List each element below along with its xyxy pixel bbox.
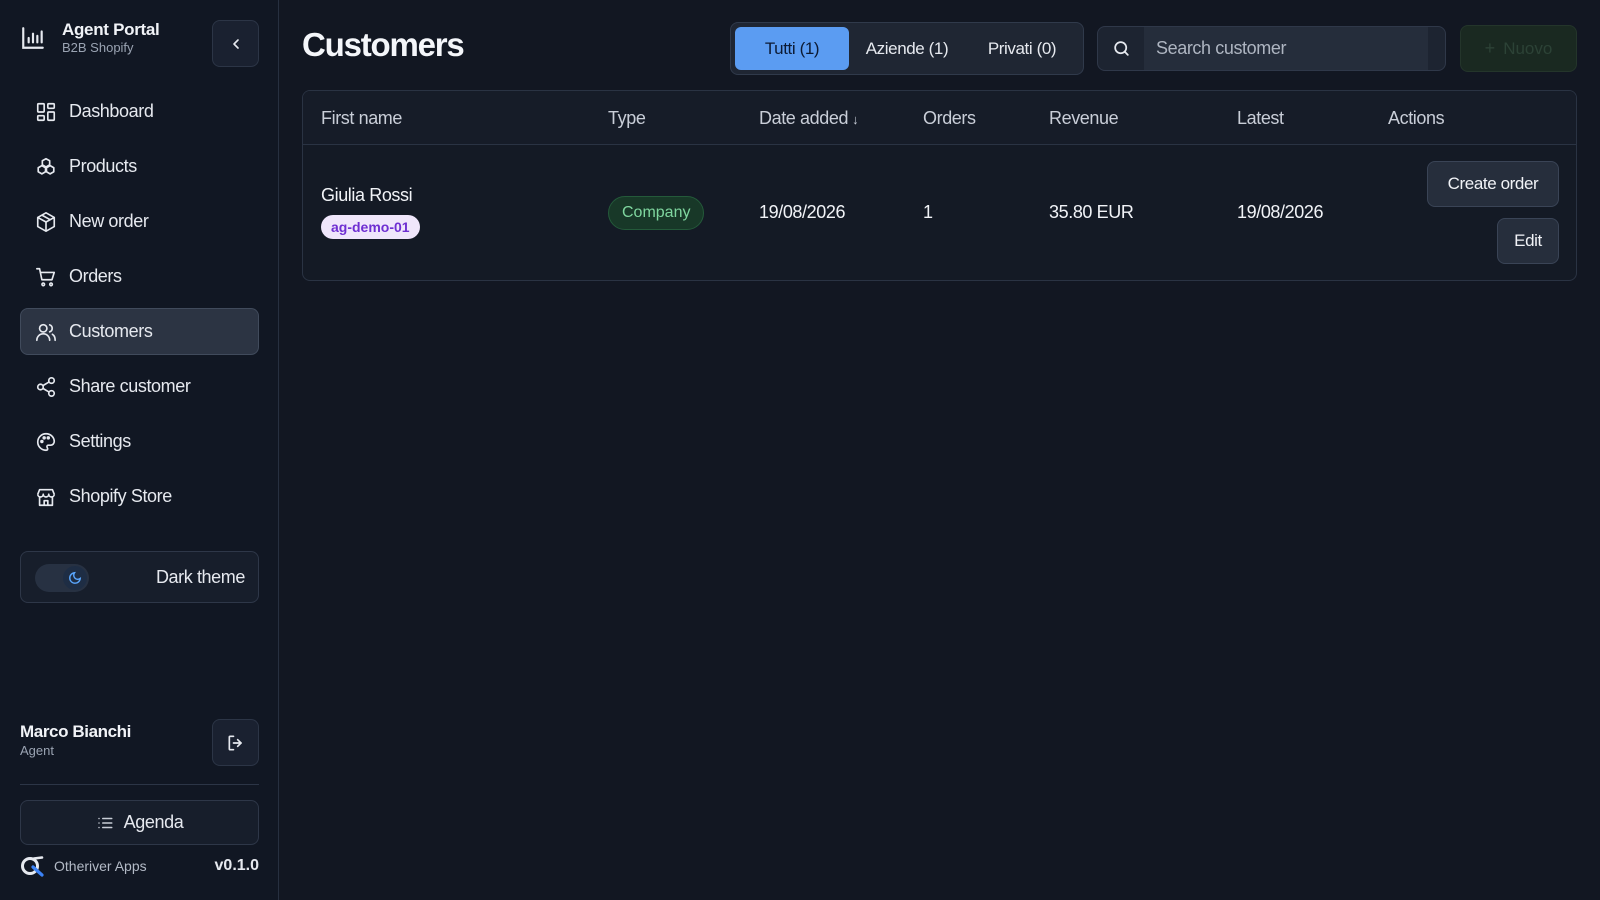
list-icon bbox=[96, 814, 114, 832]
sidebar-item-share-customer[interactable]: Share customer bbox=[20, 363, 259, 410]
moon-icon bbox=[63, 566, 87, 590]
logout-icon bbox=[226, 733, 246, 753]
logout-button[interactable] bbox=[212, 719, 259, 766]
company-logo-icon bbox=[20, 855, 46, 877]
sidebar-item-label: Share customer bbox=[69, 376, 191, 396]
sidebar-item-orders[interactable]: Orders bbox=[20, 253, 259, 300]
revenue: 35.80 EUR bbox=[1049, 202, 1134, 222]
sidebar-item-dashboard[interactable]: Dashboard bbox=[20, 88, 259, 135]
user-info: Marco Bianchi Agent bbox=[20, 722, 131, 760]
package-icon bbox=[35, 211, 57, 233]
latest-order-date: 19/08/2026 bbox=[1237, 202, 1324, 222]
column-actions: Actions bbox=[1388, 108, 1445, 128]
sidebar-nav: Dashboard Products New order Orders Cust… bbox=[20, 88, 259, 528]
sidebar-item-label: Orders bbox=[69, 266, 122, 286]
new-customer-button[interactable]: + Nuovo bbox=[1460, 25, 1577, 72]
table-row[interactable]: Giulia Rossi ag-demo-01 Company 19/08/20… bbox=[303, 145, 1576, 280]
sidebar-item-label: Products bbox=[69, 156, 137, 176]
brand-subtitle: B2B Shopify bbox=[62, 40, 134, 55]
sidebar: Agent Portal B2B Shopify Dashboard Produ… bbox=[0, 0, 279, 900]
plus-icon: + bbox=[1484, 38, 1496, 58]
order-count: 1 bbox=[923, 202, 933, 222]
store-icon bbox=[35, 486, 57, 508]
sidebar-item-shopify-store[interactable]: Shopify Store bbox=[20, 473, 259, 520]
theme-label: Dark theme bbox=[155, 567, 245, 587]
tab-companies[interactable]: Aziende (1) bbox=[849, 27, 965, 70]
search-input[interactable] bbox=[1144, 27, 1428, 70]
sidebar-item-new-order[interactable]: New order bbox=[20, 198, 259, 245]
sidebar-item-customers[interactable]: Customers bbox=[20, 308, 259, 355]
sidebar-item-label: Customers bbox=[69, 321, 153, 341]
agenda-button[interactable]: Agenda bbox=[20, 800, 259, 845]
page-title: Customers bbox=[302, 26, 465, 63]
tab-private[interactable]: Privati (0) bbox=[965, 27, 1079, 70]
brand-title: Agent Portal bbox=[62, 20, 160, 39]
company-name: Otheriver Apps bbox=[54, 858, 147, 874]
customer-name[interactable]: Giulia Rossi bbox=[321, 185, 413, 206]
sidebar-item-label: Settings bbox=[69, 431, 131, 451]
users-icon bbox=[35, 321, 57, 343]
sort-desc-icon: ↓ bbox=[852, 112, 859, 127]
search-box bbox=[1097, 26, 1446, 71]
sidebar-item-label: Dashboard bbox=[69, 101, 154, 121]
edit-button[interactable]: Edit bbox=[1497, 218, 1559, 264]
agenda-label: Agenda bbox=[123, 812, 184, 832]
theme-toggle[interactable]: Dark theme bbox=[20, 551, 259, 603]
column-date-added[interactable]: Date added ↓ bbox=[759, 108, 859, 129]
user-name: Marco Bianchi bbox=[20, 722, 131, 741]
column-orders[interactable]: Orders bbox=[923, 108, 976, 129]
table-header: First name Type Date added ↓ Orders Reven… bbox=[303, 91, 1576, 145]
type-badge: Company bbox=[608, 196, 705, 230]
column-revenue[interactable]: Revenue bbox=[1049, 108, 1119, 129]
app-version: v0.1.0 bbox=[214, 857, 259, 874]
palette-icon bbox=[35, 431, 57, 453]
products-icon bbox=[35, 156, 57, 178]
search-icon[interactable] bbox=[1098, 27, 1144, 70]
user-role: Agent bbox=[20, 743, 54, 758]
chevron-left-icon bbox=[228, 36, 244, 52]
customer-tag: ag-demo-01 bbox=[321, 215, 420, 239]
customer-filter-tabs: Tutti (1) Aziende (1) Privati (0) bbox=[730, 22, 1084, 75]
sidebar-item-label: New order bbox=[69, 211, 149, 231]
customers-table: First name Type Date added ↓ Orders Reven… bbox=[302, 90, 1577, 281]
tab-all[interactable]: Tutti (1) bbox=[735, 27, 849, 70]
date-added: 19/08/2026 bbox=[759, 202, 846, 222]
dashboard-icon bbox=[35, 101, 57, 123]
sidebar-footer: Otheriver Apps v0.1.0 bbox=[20, 855, 259, 877]
sidebar-item-label: Shopify Store bbox=[69, 486, 172, 506]
column-first-name[interactable]: First name bbox=[321, 108, 402, 129]
column-label: Date added bbox=[759, 108, 849, 128]
share-icon bbox=[35, 376, 57, 398]
column-type[interactable]: Type bbox=[608, 108, 646, 129]
column-latest[interactable]: Latest bbox=[1237, 108, 1284, 129]
bar-chart-icon bbox=[20, 25, 46, 51]
collapse-sidebar-button[interactable] bbox=[212, 20, 259, 67]
new-button-label: Nuovo bbox=[1503, 38, 1553, 58]
sidebar-item-products[interactable]: Products bbox=[20, 143, 259, 190]
sidebar-divider bbox=[20, 784, 259, 785]
cart-icon bbox=[35, 266, 57, 288]
theme-switch[interactable] bbox=[35, 564, 89, 592]
sidebar-item-settings[interactable]: Settings bbox=[20, 418, 259, 465]
create-order-button[interactable]: Create order bbox=[1427, 161, 1559, 207]
brand[interactable]: Agent Portal B2B Shopify bbox=[20, 20, 160, 56]
